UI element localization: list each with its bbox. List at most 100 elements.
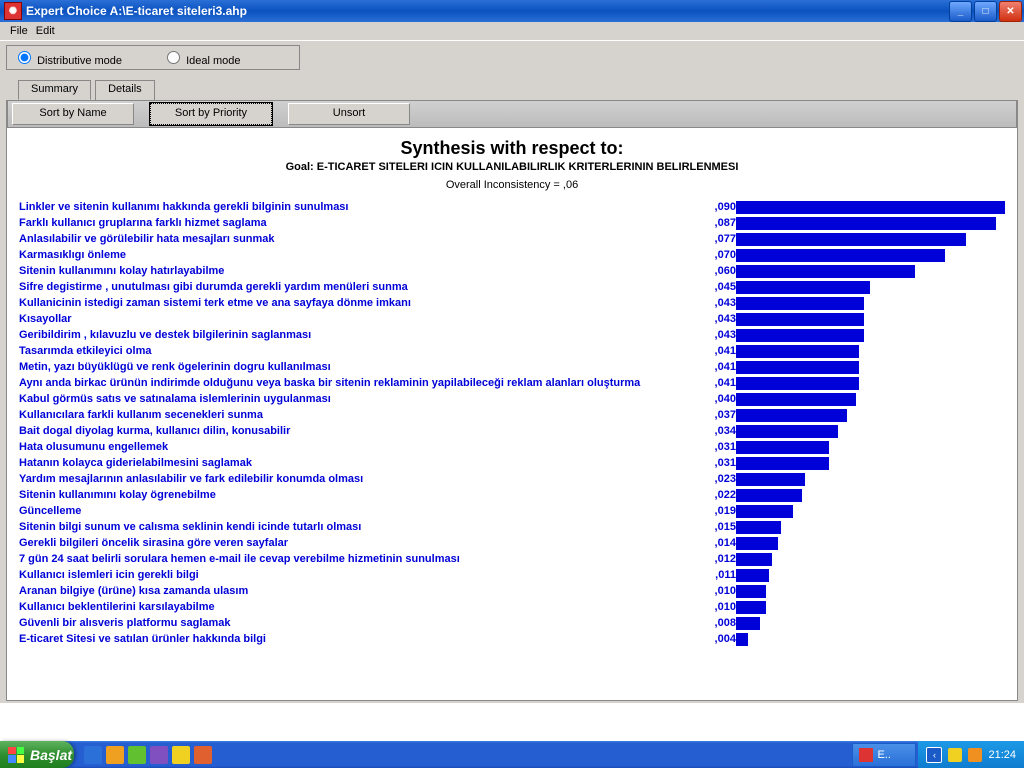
ql-icon-2[interactable] — [106, 746, 124, 764]
radio-ideal[interactable]: Ideal mode — [162, 48, 241, 67]
row-bar — [736, 439, 1005, 455]
table-row: Güncelleme,019 — [19, 503, 1005, 519]
row-value: ,087 — [697, 215, 736, 231]
maximize-button[interactable]: □ — [974, 1, 997, 22]
mode-selector: Distributive mode Ideal mode — [6, 45, 300, 70]
row-bar — [736, 455, 1005, 471]
row-label: Sifre degistirme , unutulması gibi durum… — [19, 279, 697, 295]
table-row: Sitenin kullanımını kolay hatırlayabilme… — [19, 263, 1005, 279]
table-row: Farklı kullanıcı gruplarına farklı hizme… — [19, 215, 1005, 231]
radio-distributive[interactable]: Distributive mode — [13, 48, 122, 67]
table-row: Güvenli bir alısveris platformu saglamak… — [19, 615, 1005, 631]
row-value: ,045 — [697, 279, 736, 295]
unsort-button[interactable]: Unsort — [288, 103, 410, 125]
ql-icon-6[interactable] — [194, 746, 212, 764]
row-label: Tasarımda etkileyici olma — [19, 343, 697, 359]
row-bar — [736, 199, 1005, 215]
table-row: Kullanıcılara farkli kullanım secenekler… — [19, 407, 1005, 423]
inconsistency-text: Overall Inconsistency = ,06 — [19, 179, 1005, 191]
row-bar — [736, 215, 1005, 231]
sort-by-name-button[interactable]: Sort by Name — [12, 103, 134, 125]
ql-icon-5[interactable] — [172, 746, 190, 764]
row-value: ,010 — [697, 583, 736, 599]
row-value: ,014 — [697, 535, 736, 551]
row-label: Kullanıcı islemleri icin gerekli bilgi — [19, 567, 697, 583]
row-bar — [736, 247, 1005, 263]
table-row: Gerekli bilgileri öncelik sirasina göre … — [19, 535, 1005, 551]
goal-text: Goal: E-TICARET SITELERI ICIN KULLANILAB… — [19, 161, 1005, 173]
table-row: Kullanicinin istedigi zaman sistemi terk… — [19, 295, 1005, 311]
table-row: Karmasıklıgı önleme,070 — [19, 247, 1005, 263]
row-label: Bait dogal diyolag kurma, kullanıcı dili… — [19, 423, 697, 439]
row-value: ,022 — [697, 487, 736, 503]
row-bar — [736, 551, 1005, 567]
row-label: Geribildirim , kılavuzlu ve destek bilgi… — [19, 327, 697, 343]
row-bar — [736, 359, 1005, 375]
row-label: Aranan bilgiye (ürüne) kısa zamanda ulas… — [19, 583, 697, 599]
row-label: Anlasılabilir ve görülebilir hata mesajl… — [19, 231, 697, 247]
minimize-button[interactable]: _ — [949, 1, 972, 22]
table-row: Metin, yazı büyüklügü ve renk ögelerinin… — [19, 359, 1005, 375]
row-value: ,041 — [697, 375, 736, 391]
row-value: ,060 — [697, 263, 736, 279]
taskbar-app-button[interactable]: E.. — [852, 743, 916, 767]
table-row: Kısayollar,043 — [19, 311, 1005, 327]
table-row: Aynı anda birkac ürünün indirimde olduğu… — [19, 375, 1005, 391]
radio-distributive-label: Distributive mode — [37, 55, 122, 67]
row-value: ,040 — [697, 391, 736, 407]
row-bar — [736, 327, 1005, 343]
row-bar — [736, 583, 1005, 599]
row-label: Aynı anda birkac ürünün indirimde olduğu… — [19, 375, 697, 391]
start-button[interactable]: Başlat — [0, 741, 74, 768]
tray-icon-1[interactable] — [948, 748, 962, 762]
row-bar — [736, 407, 1005, 423]
row-label: Sitenin kullanımını kolay hatırlayabilme — [19, 263, 697, 279]
close-button[interactable]: ✕ — [999, 1, 1022, 22]
row-value: ,043 — [697, 327, 736, 343]
table-row: Sifre degistirme , unutulması gibi durum… — [19, 279, 1005, 295]
ql-ie-icon[interactable] — [84, 746, 102, 764]
row-label: Sitenin kullanımını kolay ögrenebilme — [19, 487, 697, 503]
clock[interactable]: 21:24 — [988, 749, 1016, 761]
table-row: 7 gün 24 saat belirli sorulara hemen e-m… — [19, 551, 1005, 567]
menubar: File Edit — [0, 22, 1024, 41]
row-bar — [736, 423, 1005, 439]
row-value: ,037 — [697, 407, 736, 423]
row-label: Kabul görmüs satıs ve satınalama islemle… — [19, 391, 697, 407]
sort-by-priority-button[interactable]: Sort by Priority — [150, 103, 272, 125]
row-bar — [736, 343, 1005, 359]
table-row: Hatanın kolayca giderielabilmesini sagla… — [19, 455, 1005, 471]
tray-expand-icon[interactable]: ‹ — [926, 747, 942, 763]
menu-edit[interactable]: Edit — [36, 25, 55, 37]
row-bar — [736, 599, 1005, 615]
row-value: ,031 — [697, 455, 736, 471]
row-label: Karmasıklıgı önleme — [19, 247, 697, 263]
titlebar: ✺ Expert Choice A:\E-ticaret siteleri3.a… — [0, 0, 1024, 22]
row-value: ,011 — [697, 567, 736, 583]
tray-icon-2[interactable] — [968, 748, 982, 762]
priority-table: Linkler ve sitenin kullanımı hakkında ge… — [19, 199, 1005, 647]
row-value: ,008 — [697, 615, 736, 631]
tab-details[interactable]: Details — [95, 80, 155, 100]
window-title: Expert Choice A:\E-ticaret siteleri3.ahp — [26, 4, 947, 18]
row-label: Kullanıcı beklentilerini karsılayabilme — [19, 599, 697, 615]
row-bar — [736, 503, 1005, 519]
ql-icon-4[interactable] — [150, 746, 168, 764]
row-value: ,041 — [697, 359, 736, 375]
row-value: ,043 — [697, 311, 736, 327]
row-value: ,004 — [697, 631, 736, 647]
table-row: Kullanıcı beklentilerini karsılayabilme,… — [19, 599, 1005, 615]
row-label: Güvenli bir alısveris platformu saglamak — [19, 615, 697, 631]
tab-summary[interactable]: Summary — [18, 80, 91, 100]
app-icon: ✺ — [4, 2, 22, 20]
row-value: ,023 — [697, 471, 736, 487]
row-label: E-ticaret Sitesi ve satılan ürünler hakk… — [19, 631, 697, 647]
row-bar — [736, 295, 1005, 311]
ql-icon-3[interactable] — [128, 746, 146, 764]
menu-file[interactable]: File — [10, 25, 28, 37]
row-value: ,031 — [697, 439, 736, 455]
row-label: Gerekli bilgileri öncelik sirasina göre … — [19, 535, 697, 551]
row-label: Hata olusumunu engellemek — [19, 439, 697, 455]
row-bar — [736, 311, 1005, 327]
taskbar: Başlat E.. ‹ 21:24 — [0, 741, 1024, 768]
